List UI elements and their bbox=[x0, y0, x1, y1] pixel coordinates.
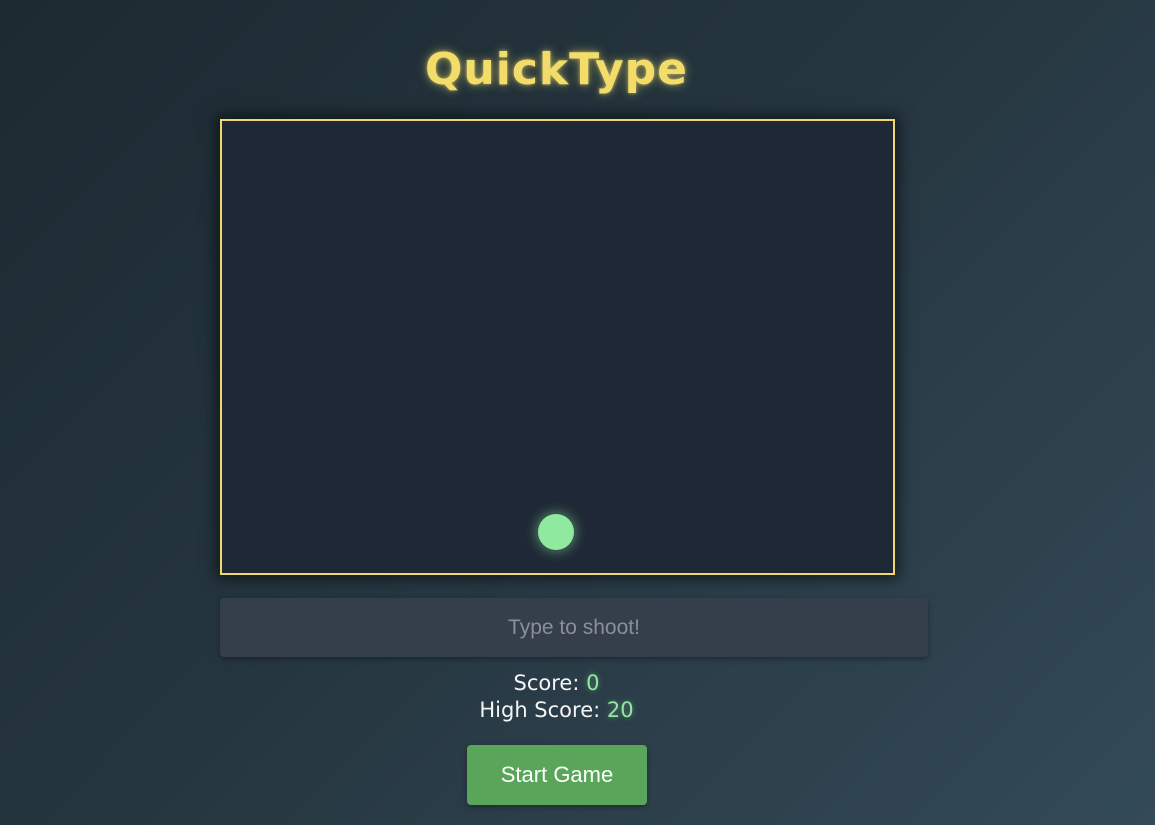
high-score-display: High Score: 20 bbox=[0, 697, 1113, 724]
score-label: Score: bbox=[513, 671, 580, 695]
start-game-button[interactable]: Start Game bbox=[467, 745, 647, 805]
game-canvas[interactable] bbox=[220, 119, 895, 575]
player-ship bbox=[538, 514, 574, 550]
high-score-value: 20 bbox=[606, 698, 634, 722]
type-input[interactable] bbox=[220, 598, 928, 657]
high-score-label: High Score: bbox=[479, 698, 601, 722]
game-title: QuickType bbox=[425, 44, 688, 95]
score-value: 0 bbox=[586, 671, 600, 695]
score-display: Score: 0 bbox=[0, 670, 1113, 697]
